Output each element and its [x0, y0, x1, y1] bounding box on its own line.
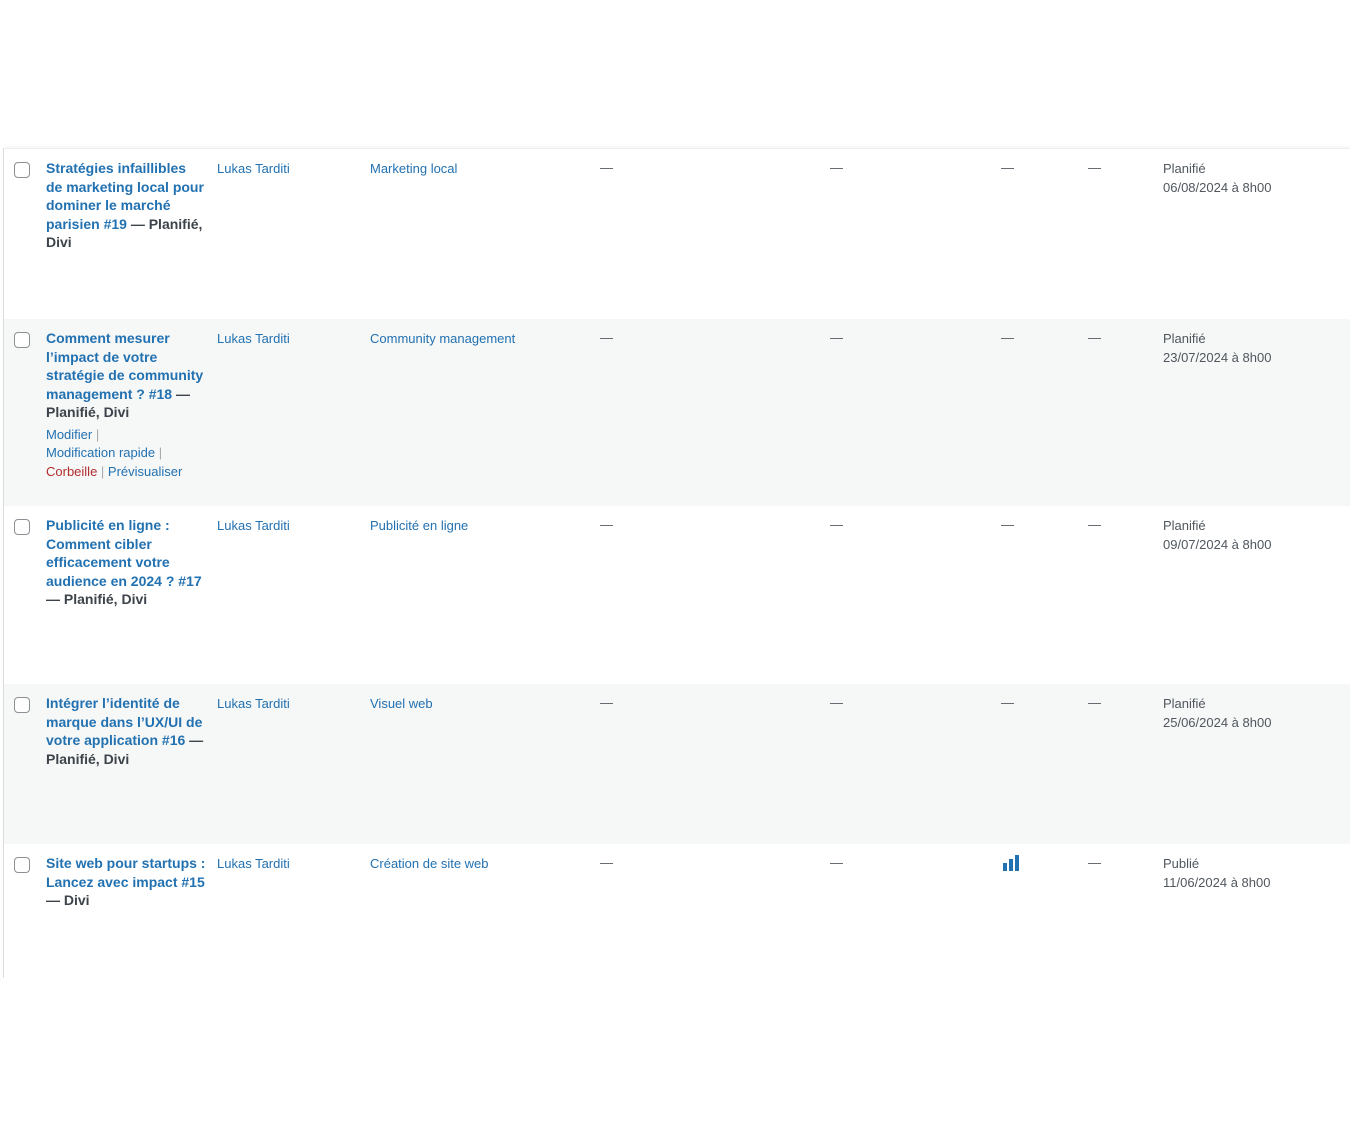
author-link[interactable]: Lukas Tarditi — [217, 160, 290, 178]
post-status: Planifié — [1163, 331, 1206, 346]
post-date: 09/07/2024 à 8h00 — [1163, 536, 1272, 552]
post-status: Planifié — [1163, 696, 1206, 711]
row-checkbox[interactable] — [14, 162, 30, 178]
posts-table: Stratégies infaillibles de marketing loc… — [3, 148, 1350, 978]
post-state: — Planifié, Divi — [46, 591, 148, 607]
row-checkbox[interactable] — [14, 332, 30, 348]
post-title-cell: Site web pour startups : Lancez avec imp… — [46, 854, 206, 910]
post-status: Planifié — [1163, 518, 1206, 533]
extra-cell: — — [1088, 855, 1101, 870]
date-cell: Planifié 09/07/2024 à 8h00 — [1163, 517, 1271, 554]
category-link[interactable]: Marketing local — [370, 160, 457, 178]
row-checkbox[interactable] — [14, 697, 30, 713]
tags-cell: — — [600, 330, 613, 345]
action-separator: | — [92, 426, 100, 442]
author-link[interactable]: Lukas Tarditi — [217, 330, 290, 348]
category-link[interactable]: Community management — [370, 330, 516, 348]
posts-list-screen: Stratégies infaillibles de marketing loc… — [0, 0, 1350, 1125]
tags-cell: — — [600, 855, 613, 870]
stats-cell: — — [1001, 695, 1014, 710]
post-date: 11/06/2024 à 8h00 — [1163, 874, 1271, 890]
preview-link[interactable]: Prévisualiser — [108, 464, 182, 479]
date-cell: Planifié 25/06/2024 à 8h00 — [1163, 695, 1271, 732]
post-state: — Divi — [46, 892, 90, 908]
table-row: Stratégies infaillibles de marketing loc… — [4, 149, 1350, 319]
extra-cell: — — [1088, 330, 1101, 345]
comments-cell: — — [830, 695, 843, 710]
post-title-link[interactable]: Intégrer l’identité de marque dans l’UX/… — [46, 695, 202, 748]
quick-edit-link[interactable]: Modification rapide — [46, 445, 155, 460]
extra-cell: — — [1088, 160, 1101, 175]
tags-cell: — — [600, 517, 613, 532]
author-link[interactable]: Lukas Tarditi — [217, 517, 290, 535]
comments-cell: — — [830, 330, 843, 345]
stats-cell: — — [1001, 517, 1014, 532]
post-title-cell: Intégrer l’identité de marque dans l’UX/… — [46, 694, 206, 768]
comments-cell: — — [830, 855, 843, 870]
post-title-link[interactable]: Site web pour startups : Lancez avec imp… — [46, 855, 205, 890]
date-cell: Planifié 23/07/2024 à 8h00 — [1163, 330, 1271, 367]
category-link[interactable]: Publicité en ligne — [370, 517, 468, 535]
post-title-link[interactable]: Publicité en ligne : Comment cibler effi… — [46, 517, 202, 589]
edit-link[interactable]: Modifier — [46, 427, 92, 442]
stats-bar-chart-icon[interactable] — [1002, 855, 1020, 871]
stats-cell: — — [1001, 330, 1014, 345]
extra-cell: — — [1088, 517, 1101, 532]
tags-cell: — — [600, 160, 613, 175]
row-actions: Modifier | Modification rapide | Corbeil… — [46, 426, 206, 482]
post-title-cell: Publicité en ligne : Comment cibler effi… — [46, 516, 206, 609]
post-title-cell: Stratégies infaillibles de marketing loc… — [46, 159, 206, 252]
category-link[interactable]: Visuel web — [370, 695, 433, 713]
table-row: Comment mesurer l’impact de votre straté… — [4, 319, 1350, 506]
table-row: Site web pour startups : Lancez avec imp… — [4, 844, 1350, 978]
trash-link[interactable]: Corbeille — [46, 464, 97, 479]
comments-cell: — — [830, 517, 843, 532]
extra-cell: — — [1088, 695, 1101, 710]
category-link[interactable]: Création de site web — [370, 855, 489, 873]
row-checkbox[interactable] — [14, 519, 30, 535]
date-cell: Planifié 06/08/2024 à 8h00 — [1163, 160, 1271, 197]
date-cell: Publié 11/06/2024 à 8h00 — [1163, 855, 1270, 892]
post-date: 06/08/2024 à 8h00 — [1163, 179, 1272, 195]
post-date: 23/07/2024 à 8h00 — [1163, 349, 1272, 365]
post-status: Publié — [1163, 856, 1200, 871]
tags-cell: — — [600, 695, 613, 710]
post-status: Planifié — [1163, 161, 1206, 176]
action-separator: | — [155, 445, 163, 460]
post-date: 25/06/2024 à 8h00 — [1163, 714, 1272, 730]
table-row: Publicité en ligne : Comment cibler effi… — [4, 506, 1350, 684]
row-checkbox[interactable] — [14, 857, 30, 873]
table-row: Intégrer l’identité de marque dans l’UX/… — [4, 684, 1350, 844]
author-link[interactable]: Lukas Tarditi — [217, 695, 290, 713]
author-link[interactable]: Lukas Tarditi — [217, 855, 290, 873]
post-title-cell: Comment mesurer l’impact de votre straté… — [46, 329, 206, 481]
action-separator: | — [97, 463, 108, 479]
comments-cell: — — [830, 160, 843, 175]
stats-cell: — — [1001, 160, 1014, 175]
